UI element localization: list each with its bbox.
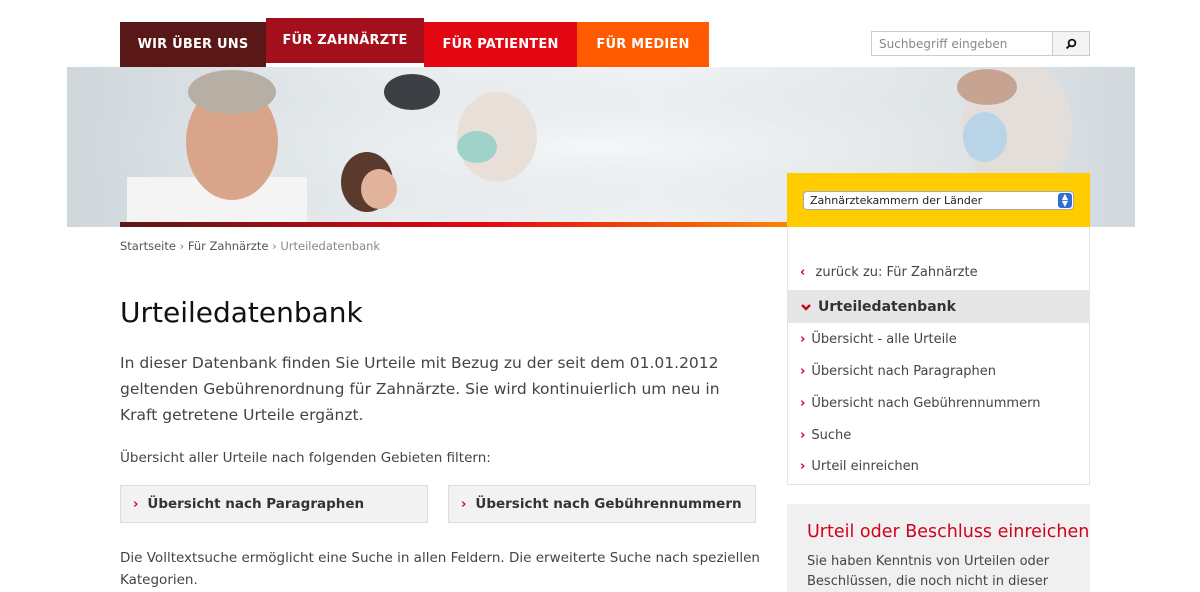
sidebar-item-active[interactable]: Urteiledatenbank <box>788 290 1090 323</box>
chevron-right-icon: › <box>133 496 139 512</box>
chevron-right-icon: › <box>800 396 806 411</box>
sidebar-active-label: Urteiledatenbank <box>818 298 956 315</box>
sidebar-back-label: zurück zu: Für Zahnärzte <box>815 265 978 280</box>
sidebar-item-suche[interactable]: › Suche <box>800 428 851 443</box>
breadcrumb-fuer-zahnaerzte[interactable]: Für Zahnärzte <box>188 239 269 253</box>
nav-tab-fuer-medien[interactable]: FÜR MEDIEN <box>577 22 709 67</box>
filter-label: Übersicht aller Urteile nach folgenden G… <box>120 450 491 466</box>
chevron-right-icon: › <box>800 364 806 379</box>
sidebar-item-paragraphen[interactable]: › Übersicht nach Paragraphen <box>800 364 996 379</box>
sidebar-item-label: Übersicht nach Gebührennummern <box>811 396 1041 411</box>
search-button[interactable] <box>1053 31 1090 56</box>
chevron-right-icon: › <box>800 428 806 443</box>
filter-button-label: Übersicht nach Paragraphen <box>147 496 365 512</box>
sidebar-item-gebuehrennummern[interactable]: › Übersicht nach Gebührennummern <box>800 396 1040 411</box>
nav-tab-fuer-zahnaerzte[interactable]: FÜR ZAHNÄRZTE <box>266 18 424 63</box>
hero-accent-stripe <box>120 222 840 227</box>
laender-select-value: Zahnärztekammern der Länder <box>810 194 983 207</box>
sidebar-back-link[interactable]: ‹ zurück zu: Für Zahnärzte <box>800 265 978 280</box>
sidebar-item-label: Übersicht nach Paragraphen <box>811 364 997 379</box>
breadcrumb-startseite[interactable]: Startseite <box>120 239 176 253</box>
nav-tab-fuer-patienten[interactable]: FÜR PATIENTEN <box>424 22 577 67</box>
filter-button-paragraphen[interactable]: › Übersicht nach Paragraphen <box>120 485 428 523</box>
chevron-right-icon: › <box>800 459 806 474</box>
search-icon <box>1065 38 1077 49</box>
filter-button-gebuehrennummern[interactable]: › Übersicht nach Gebührennummern <box>448 485 756 523</box>
chevron-right-icon: › <box>461 496 467 512</box>
laender-selector-box: Zahnärztekammern der Länder ▲ ▼ <box>787 173 1090 227</box>
search-input[interactable] <box>871 31 1053 56</box>
lead-text: In dieser Datenbank finden Sie Urteile m… <box>120 354 720 424</box>
chevron-down-icon <box>801 303 811 311</box>
nav-tab-wir-ueber-uns[interactable]: WIR ÜBER UNS <box>120 22 266 67</box>
sidebar-item-alle-urteile[interactable]: › Übersicht - alle Urteile <box>800 332 957 347</box>
sidebar-item-label: Suche <box>811 428 852 443</box>
fulltext-description: Die Volltextsuche ermöglicht eine Suche … <box>120 550 760 588</box>
breadcrumb: Startseite › Für Zahnärzte › Urteiledate… <box>120 239 380 253</box>
breadcrumb-separator: › <box>272 239 277 253</box>
breadcrumb-current: Urteiledatenbank <box>280 239 381 253</box>
sidebar-item-label: Urteil einreichen <box>811 459 919 474</box>
submit-teaser-text: Sie haben Kenntnis von Urteilen oder Bes… <box>807 554 1050 589</box>
submit-teaser-heading[interactable]: Urteil oder Beschluss einreichen <box>807 522 1089 542</box>
chevron-right-icon: › <box>800 332 806 347</box>
submit-teaser-box: Urteil oder Beschluss einreichen Sie hab… <box>787 504 1090 592</box>
main-navigation: WIR ÜBER UNS FÜR ZAHNÄRZTE FÜR PATIENTEN… <box>120 18 709 67</box>
sidebar-item-urteil-einreichen[interactable]: › Urteil einreichen <box>800 459 919 474</box>
sidebar-item-label: Übersicht - alle Urteile <box>811 332 957 347</box>
breadcrumb-separator: › <box>179 239 185 253</box>
chevron-left-icon: ‹ <box>800 265 806 280</box>
laender-select[interactable]: Zahnärztekammern der Länder ▲ ▼ <box>803 191 1074 210</box>
sidebar-navigation: ‹ zurück zu: Für Zahnärzte Urteiledatenb… <box>787 227 1090 485</box>
select-arrows-icon: ▲ ▼ <box>1058 193 1072 208</box>
filter-button-label: Übersicht nach Gebührennummern <box>475 496 742 512</box>
page-title: Urteiledatenbank <box>120 296 363 329</box>
search-form <box>871 31 1090 56</box>
